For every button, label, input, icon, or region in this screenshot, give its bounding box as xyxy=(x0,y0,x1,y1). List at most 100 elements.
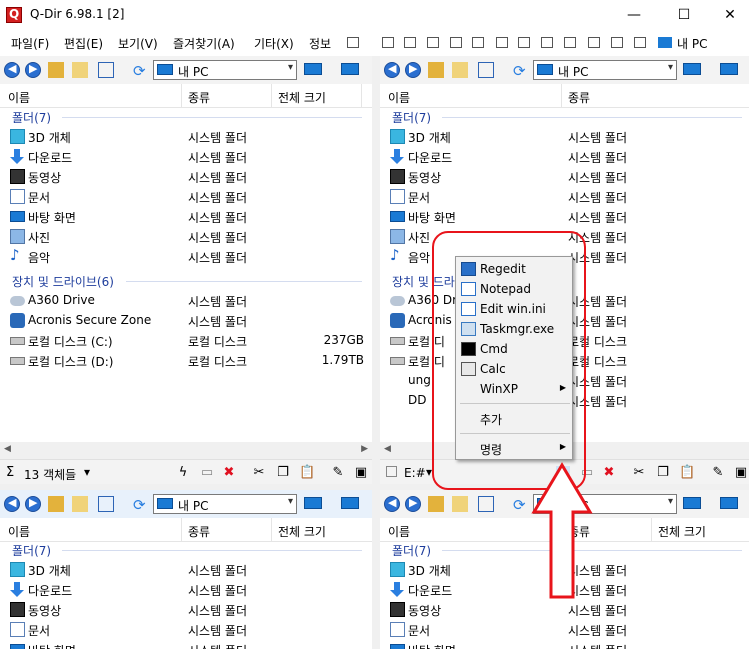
layout-4-icon[interactable] xyxy=(450,37,462,48)
list-item[interactable]: 바탕 화면 시스템 폴더 xyxy=(10,640,365,649)
properties-icon[interactable]: ▣ xyxy=(734,466,748,480)
monitor-icon-2[interactable] xyxy=(720,497,738,509)
drive-label[interactable]: E:# xyxy=(404,466,426,480)
rename-icon[interactable]: ▭ xyxy=(200,466,214,480)
list-item[interactable]: 바탕 화면 시스템 폴더 xyxy=(390,207,745,227)
col-name[interactable]: 이름 xyxy=(388,523,410,540)
col-type[interactable]: 종류 xyxy=(188,523,210,540)
group-folders[interactable]: 폴더(7) xyxy=(12,109,51,126)
list-item[interactable]: 바탕 화면 시스템 폴더 xyxy=(390,640,745,649)
back-icon[interactable] xyxy=(4,496,20,512)
list-item[interactable]: 3D 개체 시스템 폴더 xyxy=(390,127,745,147)
maximize-button[interactable]: ☐ xyxy=(661,0,707,30)
list-item[interactable]: 동영상 시스템 폴더 xyxy=(10,600,365,620)
list-item[interactable]: 문서 시스템 폴더 xyxy=(390,187,745,207)
copy-icon[interactable]: ❐ xyxy=(656,466,670,480)
col-name[interactable]: 이름 xyxy=(8,89,30,106)
list-item[interactable]: A360 Drive 시스템 폴더 xyxy=(10,291,365,311)
forward-icon[interactable] xyxy=(405,496,421,512)
properties-icon[interactable]: ▣ xyxy=(354,466,368,480)
checkbox-icon[interactable] xyxy=(386,466,397,477)
chevron-down-icon[interactable]: ▾ xyxy=(668,62,673,73)
menu-location[interactable]: 내 PC xyxy=(677,35,707,52)
menu-view[interactable]: 보기(V) xyxy=(118,35,158,52)
up-folder-icon[interactable] xyxy=(428,62,444,78)
col-type[interactable]: 종류 xyxy=(188,89,210,106)
view-mode-icon[interactable] xyxy=(98,496,114,512)
layout-6-icon[interactable] xyxy=(496,37,508,48)
new-folder-icon[interactable] xyxy=(72,62,88,78)
refresh-icon[interactable]: ⟳ xyxy=(513,496,529,514)
list-item[interactable]: 동영상 시스템 폴더 xyxy=(390,167,745,187)
layout-5-icon[interactable] xyxy=(472,37,484,48)
list-item[interactable]: 동영상 시스템 폴더 xyxy=(10,167,365,187)
paste-icon[interactable]: 📋 xyxy=(299,466,315,480)
list-item[interactable]: Acronis Secure Zone 시스템 폴더 xyxy=(10,311,365,331)
col-type[interactable]: 종류 xyxy=(568,89,590,106)
vertical-splitter[interactable] xyxy=(372,56,380,649)
up-folder-icon[interactable] xyxy=(48,496,64,512)
layout-1-icon[interactable] xyxy=(382,37,394,48)
list-item[interactable]: ♪ 음악 시스템 폴더 xyxy=(10,246,365,267)
view-mode-icon[interactable] xyxy=(478,62,494,78)
list-item[interactable]: 다운로드 시스템 폴더 xyxy=(10,147,365,167)
menu-extras[interactable]: 기타(X) xyxy=(254,35,294,52)
view-mode-icon[interactable] xyxy=(478,496,494,512)
delete-icon[interactable]: ✖ xyxy=(222,466,236,480)
menu-file[interactable]: 파일(F) xyxy=(11,35,49,52)
forward-icon[interactable] xyxy=(405,62,421,78)
col-size[interactable]: 전체 크기 xyxy=(278,89,326,106)
list-item[interactable]: 3D 개체 시스템 폴더 xyxy=(10,560,365,580)
list-item[interactable]: 다운로드 시스템 폴더 xyxy=(390,147,745,167)
refresh-icon[interactable]: ⟳ xyxy=(513,62,529,80)
back-icon[interactable] xyxy=(4,62,20,78)
list-item[interactable]: 로컬 디스크 (D:) 로컬 디스크 1.79TB xyxy=(10,351,365,371)
monitor-icon[interactable] xyxy=(683,63,701,75)
layout-10-icon[interactable] xyxy=(588,37,600,48)
col-size[interactable]: 전체 크기 xyxy=(278,523,326,540)
cut-icon[interactable]: ✂ xyxy=(632,466,646,480)
object-count[interactable]: 13 객체들 xyxy=(24,466,76,483)
copy-icon[interactable]: ❐ xyxy=(276,466,290,480)
layout-12-icon[interactable] xyxy=(634,37,646,48)
menu-edit[interactable]: 편집(E) xyxy=(64,35,103,52)
forward-icon[interactable] xyxy=(25,62,41,78)
paste-icon[interactable]: 📋 xyxy=(679,466,695,480)
new-folder-icon[interactable] xyxy=(452,496,468,512)
edit-icon[interactable]: ✎ xyxy=(331,466,345,480)
chevron-down-icon[interactable]: ▾ xyxy=(288,62,293,73)
chevron-down-icon[interactable]: ▾ xyxy=(288,496,293,507)
list-item[interactable]: 동영상 시스템 폴더 xyxy=(390,600,745,620)
refresh-icon[interactable]: ⟳ xyxy=(133,496,149,514)
monitor-icon[interactable] xyxy=(683,497,701,509)
group-folders[interactable]: 폴더(7) xyxy=(12,542,51,559)
close-button[interactable]: ✕ xyxy=(707,0,749,30)
layout-2-icon[interactable] xyxy=(404,37,416,48)
up-folder-icon[interactable] xyxy=(48,62,64,78)
list-item[interactable]: 문서 시스템 폴더 xyxy=(390,620,745,640)
address-bar[interactable]: 내 PC ▾ xyxy=(153,60,297,80)
layout-7-icon[interactable] xyxy=(518,37,530,48)
monitor-icon[interactable] xyxy=(304,63,322,75)
list-item[interactable]: 사진 시스템 폴더 xyxy=(10,227,365,247)
up-folder-icon[interactable] xyxy=(428,496,444,512)
monitor-icon-2[interactable] xyxy=(341,497,359,509)
back-icon[interactable] xyxy=(384,496,400,512)
minimize-button[interactable]: — xyxy=(611,0,657,30)
group-folders[interactable]: 폴더(7) xyxy=(392,542,431,559)
monitor-icon-2[interactable] xyxy=(341,63,359,75)
col-name[interactable]: 이름 xyxy=(388,89,410,106)
list-item[interactable]: 문서 시스템 폴더 xyxy=(10,620,365,640)
monitor-icon[interactable] xyxy=(304,497,322,509)
cut-icon[interactable]: ✂ xyxy=(252,466,266,480)
layout-grid-icon[interactable] xyxy=(347,37,359,48)
lightning-icon[interactable]: ϟ xyxy=(176,466,190,480)
delete-icon[interactable]: ✖ xyxy=(602,466,616,480)
forward-icon[interactable] xyxy=(25,496,41,512)
layout-11-icon[interactable] xyxy=(611,37,623,48)
col-name[interactable]: 이름 xyxy=(8,523,30,540)
edit-icon[interactable]: ✎ xyxy=(711,466,725,480)
layout-9-icon[interactable] xyxy=(564,37,576,48)
list-item[interactable]: 3D 개체 시스템 폴더 xyxy=(10,127,365,147)
group-drives[interactable]: 장치 및 드라이브(6) xyxy=(12,273,114,290)
